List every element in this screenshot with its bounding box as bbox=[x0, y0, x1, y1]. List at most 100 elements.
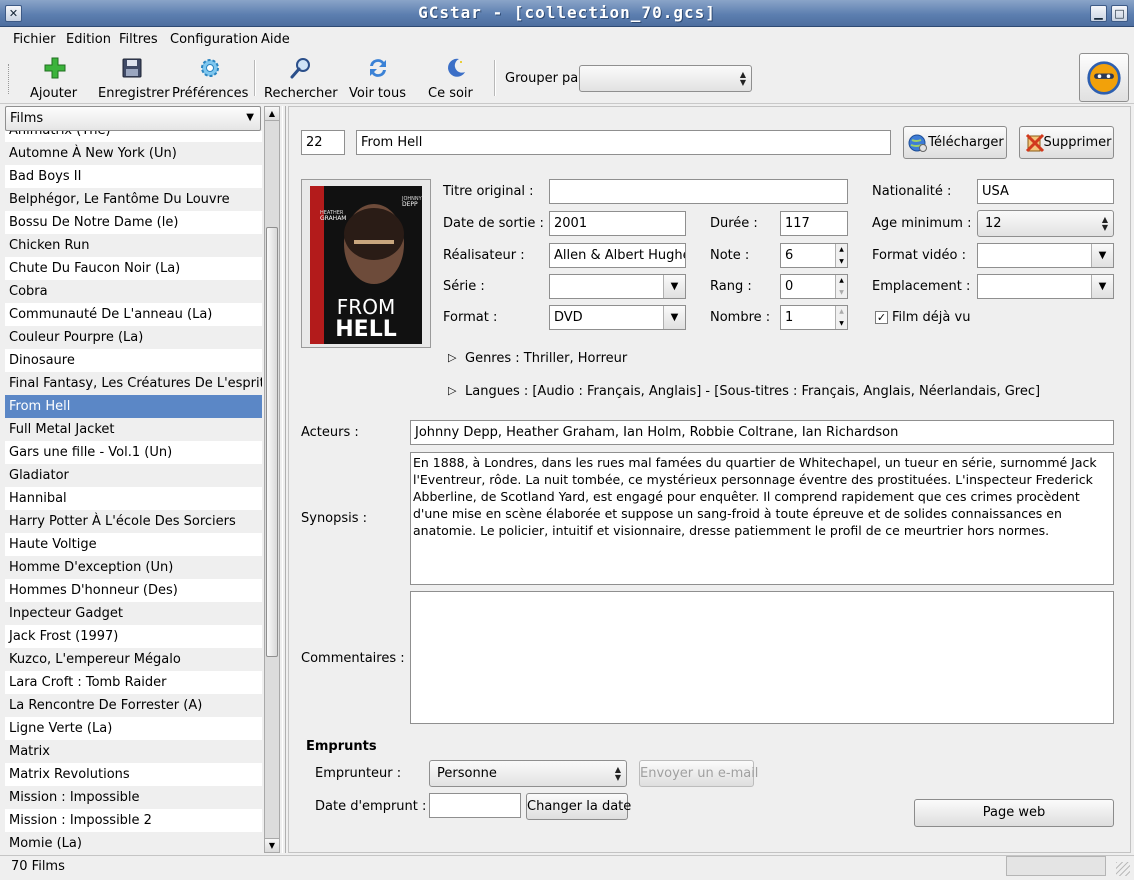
rank-spinner[interactable]: 0 ▲ ▼ bbox=[780, 274, 848, 299]
comments-textarea[interactable] bbox=[410, 591, 1114, 724]
nationality-field[interactable]: USA bbox=[977, 179, 1114, 204]
genres-expander[interactable]: Genres : Thriller, Horreur bbox=[465, 351, 627, 366]
delete-button[interactable]: Supprimer bbox=[1019, 126, 1114, 159]
menu-fichier[interactable]: Fichier bbox=[13, 32, 56, 47]
list-item[interactable]: Belphégor, Le Fantôme Du Louvre bbox=[5, 188, 262, 211]
list-item[interactable]: Harry Potter À L'école Des Sorciers bbox=[5, 510, 262, 533]
languages-expander[interactable]: Langues : [Audio : Français, Anglais] - … bbox=[465, 384, 1040, 399]
list-item[interactable]: Matrix Revolutions bbox=[5, 763, 262, 786]
tonight-button[interactable]: Ce soir bbox=[428, 56, 484, 101]
duration-field[interactable]: 117 bbox=[780, 211, 848, 236]
list-item[interactable]: Chicken Run bbox=[5, 234, 262, 257]
save-button[interactable]: Enregistrer bbox=[98, 56, 170, 101]
location-combo[interactable]: ▼ bbox=[977, 274, 1114, 299]
pane-splitter[interactable] bbox=[282, 106, 286, 853]
age-value: 12 bbox=[985, 216, 1002, 231]
list-item[interactable]: Automne À New York (Un) bbox=[5, 142, 262, 165]
chevron-down-icon[interactable]: ▼ bbox=[1091, 244, 1113, 267]
age-combo[interactable]: 12 ▲ ▼ bbox=[977, 210, 1114, 237]
window-maximize-icon[interactable]: □ bbox=[1111, 5, 1128, 22]
format-combo[interactable]: DVD ▼ bbox=[549, 305, 686, 330]
list-item[interactable]: From Hell bbox=[5, 395, 262, 418]
gcstar-logo-button[interactable] bbox=[1079, 53, 1129, 102]
borrower-value: Personne bbox=[437, 766, 497, 781]
gcstar-logo-icon bbox=[1087, 61, 1121, 95]
video-format-combo[interactable]: ▼ bbox=[977, 243, 1114, 268]
chevron-down-icon[interactable]: ▼ bbox=[663, 275, 685, 298]
group-by-combo[interactable]: ▲ ▼ bbox=[579, 65, 752, 92]
languages-expander-icon[interactable]: ▷ bbox=[448, 384, 456, 397]
change-date-button[interactable]: Changer la date bbox=[526, 793, 631, 820]
add-button[interactable]: Ajouter bbox=[30, 56, 80, 101]
list-item[interactable]: Couleur Pourpre (La) bbox=[5, 326, 262, 349]
resize-grip-icon[interactable] bbox=[1116, 862, 1130, 876]
chevron-down-icon[interactable]: ▼ bbox=[663, 306, 685, 329]
list-item[interactable]: Chute Du Faucon Noir (La) bbox=[5, 257, 262, 280]
list-item[interactable]: Final Fantasy, Les Créatures De L'esprit bbox=[5, 372, 262, 395]
movie-list[interactable]: Animatrix (The)Automne À New York (Un)Ba… bbox=[5, 131, 262, 853]
download-button[interactable]: Télécharger bbox=[903, 126, 1007, 159]
search-button[interactable]: Rechercher bbox=[264, 56, 338, 101]
synopsis-textarea[interactable]: En 1888, à Londres, dans les rues mal fa… bbox=[410, 452, 1114, 585]
number-label: Nombre : bbox=[710, 310, 771, 325]
preferences-button[interactable]: Préférences bbox=[172, 56, 248, 101]
list-item[interactable]: Inpecteur Gadget bbox=[5, 602, 262, 625]
collection-type-select[interactable]: Films ▼ bbox=[5, 106, 261, 131]
window-minimize-icon[interactable]: ▁ bbox=[1090, 5, 1107, 22]
format-value: DVD bbox=[554, 310, 583, 325]
list-item[interactable]: Ligne Verte (La) bbox=[5, 717, 262, 740]
list-item[interactable]: Matrix bbox=[5, 740, 262, 763]
list-item[interactable]: Homme D'exception (Un) bbox=[5, 556, 262, 579]
original-title-field[interactable] bbox=[549, 179, 848, 204]
list-item[interactable]: Hannibal bbox=[5, 487, 262, 510]
actors-field[interactable]: Johnny Depp, Heather Graham, Ian Holm, R… bbox=[410, 420, 1114, 445]
release-field[interactable]: 2001 bbox=[549, 211, 686, 236]
borrower-combo[interactable]: Personne ▲ ▼ bbox=[429, 760, 627, 787]
list-item[interactable]: Gladiator bbox=[5, 464, 262, 487]
list-item[interactable]: Dinosaure bbox=[5, 349, 262, 372]
send-email-button[interactable]: Envoyer un e-mail bbox=[639, 760, 758, 787]
list-item[interactable]: La Rencontre De Forrester (A) bbox=[5, 694, 262, 717]
view-all-button[interactable]: Voir tous bbox=[349, 56, 407, 101]
id-field[interactable]: 22 bbox=[301, 130, 345, 155]
list-item[interactable]: Mission : Impossible bbox=[5, 786, 262, 809]
loan-date-field[interactable] bbox=[429, 793, 521, 818]
seen-checkbox[interactable]: ✓ bbox=[875, 311, 888, 324]
list-item[interactable]: Full Metal Jacket bbox=[5, 418, 262, 441]
menu-aide[interactable]: Aide bbox=[261, 32, 290, 47]
rating-spinner[interactable]: 6 ▲ ▼ bbox=[780, 243, 848, 268]
web-page-button[interactable]: Page web bbox=[914, 799, 1114, 827]
list-item[interactable]: Haute Voltige bbox=[5, 533, 262, 556]
spinner-buttons[interactable]: ▲ ▼ bbox=[835, 244, 847, 267]
number-spinner[interactable]: 1 ▲ ▼ bbox=[780, 305, 848, 330]
list-item[interactable]: Lara Croft : Tomb Raider bbox=[5, 671, 262, 694]
scroll-thumb[interactable] bbox=[266, 227, 278, 657]
list-item[interactable]: Hommes D'honneur (Des) bbox=[5, 579, 262, 602]
spinner-buttons[interactable]: ▲ ▼ bbox=[835, 306, 847, 329]
director-field[interactable]: Allen & Albert Hughes bbox=[549, 243, 686, 268]
menu-filtres[interactable]: Filtres bbox=[119, 32, 158, 47]
scroll-up-icon[interactable]: ▲ bbox=[265, 107, 279, 121]
menu-edition[interactable]: Edition bbox=[66, 32, 111, 47]
list-scrollbar[interactable]: ▲ ▼ bbox=[264, 106, 280, 853]
list-item[interactable]: Jack Frost (1997) bbox=[5, 625, 262, 648]
series-combo[interactable]: ▼ bbox=[549, 274, 686, 299]
toolbar-handle[interactable] bbox=[8, 64, 11, 94]
list-item[interactable]: Momie (La) bbox=[5, 832, 262, 853]
list-item[interactable]: Kuzco, L'empereur Mégalo bbox=[5, 648, 262, 671]
chevron-down-icon[interactable]: ▼ bbox=[1091, 275, 1113, 298]
genres-expander-icon[interactable]: ▷ bbox=[448, 351, 456, 364]
list-item[interactable]: Bad Boys II bbox=[5, 165, 262, 188]
list-item[interactable]: Communauté De L'anneau (La) bbox=[5, 303, 262, 326]
list-item[interactable]: Mission : Impossible 2 bbox=[5, 809, 262, 832]
scroll-down-icon[interactable]: ▼ bbox=[265, 838, 279, 852]
age-label: Age minimum : bbox=[872, 216, 972, 231]
title-field[interactable]: From Hell bbox=[356, 130, 891, 155]
list-item[interactable]: Gars une fille - Vol.1 (Un) bbox=[5, 441, 262, 464]
menu-configuration[interactable]: Configuration bbox=[170, 32, 258, 47]
spinner-buttons[interactable]: ▲ ▼ bbox=[835, 275, 847, 298]
poster-frame[interactable]: JOHNNY DEPP HEATHER GRAHAM FROM HELL bbox=[301, 179, 431, 348]
list-item[interactable]: Cobra bbox=[5, 280, 262, 303]
list-item[interactable]: Bossu De Notre Dame (le) bbox=[5, 211, 262, 234]
list-item[interactable]: Animatrix (The) bbox=[5, 131, 262, 142]
